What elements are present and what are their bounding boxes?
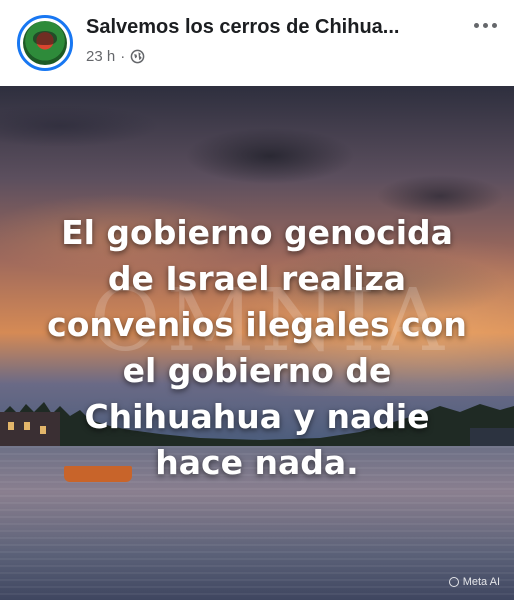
globe-icon[interactable] [130,49,145,64]
post-timestamp[interactable]: 23 h [86,48,115,65]
page-avatar[interactable] [17,15,73,71]
post-meta: 23 h · [86,46,145,66]
page-name[interactable]: Salvemos los cerros de Chihua... [86,16,446,39]
meta-separator: · [120,47,126,65]
post-image[interactable]: OMNIA El gobierno genocida de Israel rea… [0,86,514,600]
meta-ai-badge: Meta AI [448,576,500,588]
more-options-icon[interactable] [470,14,500,36]
dot [491,22,497,28]
avatar-image [23,21,67,65]
dot [482,22,488,28]
meta-ai-label: Meta AI [462,576,500,588]
image-headline: El gobierno genocida de Israel realiza c… [47,213,467,482]
post-header: Salvemos los cerros de Chihua... 23 h · [0,0,514,86]
dot [473,22,479,28]
meta-ai-icon [448,577,459,587]
